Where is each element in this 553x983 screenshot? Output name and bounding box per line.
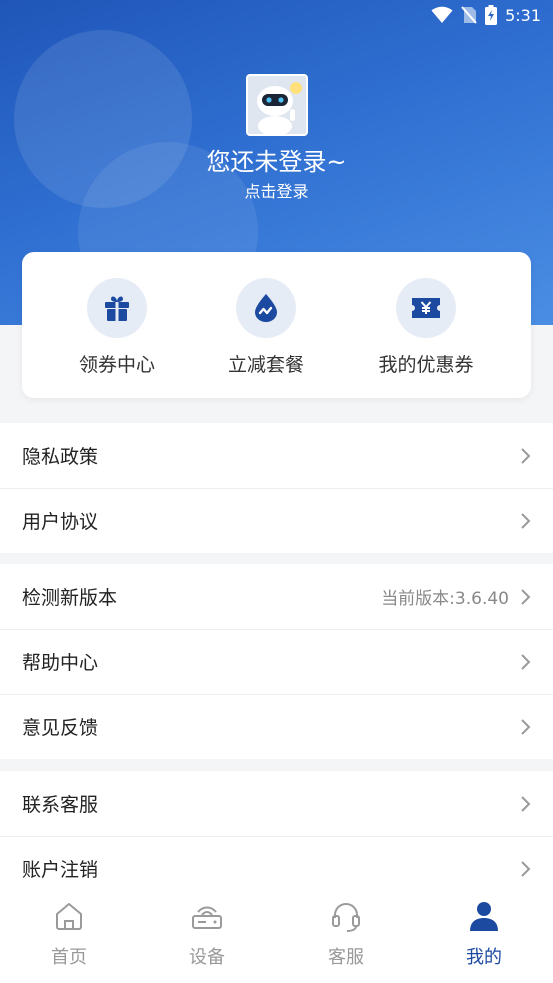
gift-icon [87, 278, 147, 338]
menu-item-user-agreement[interactable]: 用户协议 [0, 488, 553, 553]
menu-item-label: 账户注销 [22, 859, 99, 881]
person-icon [470, 902, 498, 931]
login-link[interactable]: 点击登录 [0, 178, 553, 202]
menu-item-label: 联系客服 [22, 794, 99, 816]
battery-charging-icon [485, 5, 498, 25]
menu-group-legal: 隐私政策 用户协议 [0, 423, 553, 553]
menu-item-label: 意见反馈 [22, 717, 99, 739]
menu-item-contact-support[interactable]: 联系客服 [0, 771, 553, 836]
tab-devices[interactable]: 设备 [138, 891, 276, 983]
chevron-right-icon [521, 512, 531, 529]
tab-support[interactable]: 客服 [277, 891, 415, 983]
status-bar: 5:31 [431, 4, 541, 26]
tab-label: 客服 [328, 947, 364, 968]
robot-avatar-icon [248, 76, 306, 134]
menu-group-app: 检测新版本 当前版本:3.6.40 帮助中心 意见反馈 [0, 564, 553, 759]
menu-item-label: 帮助中心 [22, 652, 99, 674]
quick-action-label: 领券中心 [78, 354, 155, 376]
wifi-icon [431, 6, 453, 23]
menu-item-label: 隐私政策 [22, 446, 99, 468]
router-icon [192, 906, 222, 929]
menu-item-label: 用户协议 [22, 511, 99, 533]
quick-actions-card: 领券中心 立减套餐 我的优惠券 [22, 252, 531, 398]
tab-label: 首页 [51, 947, 87, 968]
headset-icon [332, 903, 360, 932]
menu-item-label: 检测新版本 [22, 587, 118, 609]
drop-wave-icon [236, 278, 296, 338]
current-version-text: 当前版本:3.6.40 [381, 589, 509, 609]
quick-action-label: 立减套餐 [227, 354, 304, 376]
quick-action-label: 我的优惠券 [378, 354, 474, 376]
chevron-right-icon [521, 588, 531, 605]
tab-label: 我的 [466, 947, 502, 968]
menu-item-check-update[interactable]: 检测新版本 当前版本:3.6.40 [0, 564, 553, 629]
chevron-right-icon [521, 718, 531, 735]
chevron-right-icon [521, 447, 531, 464]
chevron-right-icon [521, 795, 531, 812]
tab-mine[interactable]: 我的 [415, 891, 553, 983]
quick-action-coupon-center[interactable]: 领券中心 [47, 252, 187, 398]
chevron-right-icon [521, 860, 531, 877]
tab-label: 设备 [189, 947, 225, 968]
chevron-right-icon [521, 653, 531, 670]
tab-home[interactable]: 首页 [0, 891, 138, 983]
menu-item-privacy-policy[interactable]: 隐私政策 [0, 423, 553, 488]
menu-item-help-center[interactable]: 帮助中心 [0, 629, 553, 694]
login-title[interactable]: 您还未登录~ [0, 142, 553, 177]
quick-action-discount-package[interactable]: 立减套餐 [196, 252, 336, 398]
status-time: 5:31 [505, 5, 541, 25]
menu-group-account: 联系客服 账户注销 [0, 771, 553, 901]
coupon-yen-icon [396, 278, 456, 338]
quick-action-my-coupons[interactable]: 我的优惠券 [356, 252, 496, 398]
menu-item-feedback[interactable]: 意见反馈 [0, 694, 553, 759]
no-sim-icon [461, 6, 477, 24]
avatar[interactable] [246, 74, 308, 136]
home-icon [56, 903, 82, 930]
bottom-tab-bar: 首页 设备 客服 我的 [0, 891, 553, 983]
